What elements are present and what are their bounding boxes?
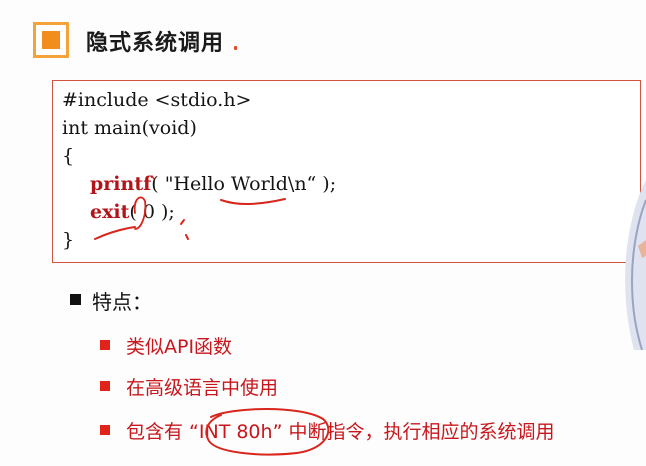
printf-arguments: ( "Hello World\n“ ); — [151, 173, 337, 195]
code-line-exit: exit( 0 ); — [90, 201, 175, 223]
features-heading: 特点： — [92, 290, 152, 314]
orange-square-bullet-icon — [33, 22, 69, 58]
slide-title: 隐式系统调用 — [86, 31, 225, 56]
printf-function-name: printf — [90, 173, 152, 195]
underline-stroke — [94, 226, 136, 240]
red-square-bullet-icon — [100, 425, 110, 435]
tick-stroke — [180, 219, 185, 225]
underline-stroke — [220, 198, 286, 206]
code-line-include: #include <stdio.h> — [62, 89, 252, 111]
presenter-edge — [625, 180, 646, 350]
feature-text: 类似API函数 — [126, 336, 233, 358]
exit-arguments: ( 0 ); — [129, 201, 175, 223]
red-square-bullet-icon — [100, 381, 110, 391]
red-square-bullet-icon — [100, 340, 110, 350]
slide: 隐式系统调用 #include <stdio.h> int main(void)… — [0, 0, 646, 466]
feature-text: 在高级语言中使用 — [126, 377, 279, 399]
code-line-printf: printf( "Hello World\n“ ); — [90, 173, 336, 195]
code-block: #include <stdio.h> int main(void) { prin… — [52, 80, 641, 263]
exit-function-name: exit — [90, 201, 130, 223]
tick-stroke — [185, 234, 189, 240]
code-line-open-brace: { — [62, 145, 75, 167]
code-line-main: int main(void) — [62, 117, 197, 139]
feature-text: 包含有 “INT 80h” 中断指令，执行相应的系统调用 — [126, 421, 555, 443]
annotation-dot — [234, 46, 237, 50]
black-square-bullet-icon — [70, 294, 81, 305]
code-line-close-brace: } — [62, 229, 75, 251]
